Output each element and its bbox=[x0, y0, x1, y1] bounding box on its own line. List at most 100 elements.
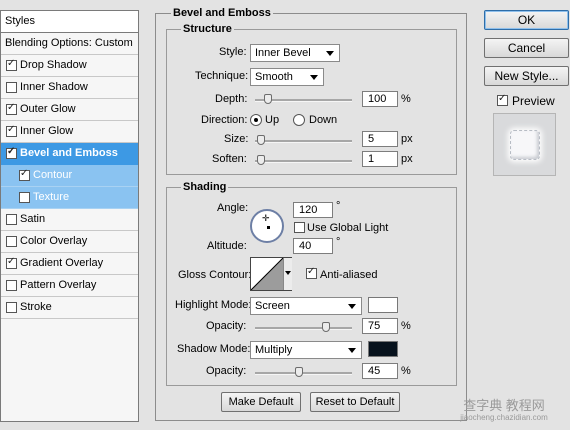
highlight-mode-dropdown[interactable]: Screen bbox=[250, 297, 362, 315]
style-item-checkbox[interactable]: ✓ bbox=[19, 168, 30, 181]
shadow-opacity-value: 45 bbox=[368, 365, 381, 377]
size-input[interactable]: 5 bbox=[362, 131, 398, 147]
altitude-input[interactable]: 40 bbox=[293, 238, 333, 254]
direction-up-radio[interactable] bbox=[250, 114, 262, 126]
watermark-line1: 查字典 教程网 bbox=[463, 398, 545, 413]
style-item[interactable]: Texture bbox=[1, 187, 138, 209]
style-item-label: Inner Shadow bbox=[20, 81, 88, 93]
preview-checkbox[interactable]: ✓ bbox=[497, 93, 508, 106]
style-item-checkbox[interactable] bbox=[6, 82, 17, 93]
style-item-checkbox[interactable]: ✓ bbox=[6, 58, 17, 71]
styles-header[interactable]: Styles bbox=[1, 11, 138, 33]
altitude-label: Altitude: bbox=[207, 240, 247, 252]
altitude-value: 40 bbox=[299, 240, 312, 252]
direction-up-label[interactable]: Up bbox=[265, 114, 279, 126]
style-item[interactable]: ✓ Outer Glow bbox=[1, 99, 138, 121]
chevron-down-icon bbox=[326, 51, 334, 56]
style-item[interactable]: ✓ Inner Glow bbox=[1, 121, 138, 143]
checkmark-icon: ✓ bbox=[498, 93, 507, 104]
style-item-label: Color Overlay bbox=[20, 235, 88, 247]
depth-slider-thumb[interactable] bbox=[264, 94, 272, 104]
light-source-dot bbox=[267, 226, 270, 229]
style-item-label: Blending Options: Custom bbox=[5, 37, 133, 49]
direction-label: Direction: bbox=[201, 114, 248, 126]
style-item-checkbox[interactable]: ✓ bbox=[6, 146, 17, 159]
direction-down-label[interactable]: Down bbox=[309, 114, 337, 126]
shadow-opacity-slider-track[interactable] bbox=[255, 367, 352, 377]
style-item[interactable]: Stroke bbox=[1, 297, 138, 319]
angle-label: Angle: bbox=[217, 202, 249, 214]
shadow-opacity-slider-thumb[interactable] bbox=[295, 367, 303, 377]
style-item-checkbox[interactable]: ✓ bbox=[6, 124, 17, 137]
highlight-mode-label: Highlight Mode: bbox=[175, 299, 252, 311]
style-item[interactable]: ✓ Drop Shadow bbox=[1, 55, 138, 77]
depth-input[interactable]: 100 bbox=[362, 91, 398, 107]
size-slider-track[interactable] bbox=[255, 135, 352, 145]
style-value: Inner Bevel bbox=[255, 47, 311, 59]
style-item-label: Outer Glow bbox=[20, 103, 76, 115]
shadow-mode-label: Shadow Mode: bbox=[177, 343, 251, 355]
style-item-checkbox[interactable] bbox=[6, 302, 17, 313]
style-item-checkbox[interactable] bbox=[6, 280, 17, 291]
ok-button[interactable]: OK bbox=[484, 10, 569, 30]
size-slider-thumb[interactable] bbox=[257, 135, 265, 145]
anti-aliased-checkbox[interactable]: ✓ bbox=[306, 266, 317, 279]
make-default-button[interactable]: Make Default bbox=[221, 392, 301, 412]
contour-dropdown-button[interactable] bbox=[283, 258, 292, 290]
highlight-opacity-slider-track[interactable] bbox=[255, 322, 352, 332]
checkmark-icon: ✓ bbox=[20, 168, 29, 179]
shading-title: Shading bbox=[181, 181, 229, 193]
highlight-opacity-value: 75 bbox=[368, 320, 381, 332]
style-item-checkbox[interactable]: ✓ bbox=[6, 256, 17, 269]
new-style-button[interactable]: New Style... bbox=[484, 66, 569, 86]
highlight-color-swatch[interactable] bbox=[368, 297, 398, 313]
checkmark-icon: ✓ bbox=[7, 102, 16, 113]
bevel-emboss-title: Bevel and Emboss bbox=[171, 7, 273, 19]
shadow-color-swatch[interactable] bbox=[368, 341, 398, 357]
depth-unit: % bbox=[401, 93, 411, 105]
size-value: 5 bbox=[368, 133, 375, 145]
technique-value: Smooth bbox=[255, 71, 293, 83]
style-item-checkbox[interactable] bbox=[6, 236, 17, 247]
highlight-opacity-label: Opacity: bbox=[206, 320, 247, 332]
shadow-opacity-input[interactable]: 45 bbox=[362, 363, 398, 379]
style-item[interactable]: ✓ Gradient Overlay bbox=[1, 253, 138, 275]
style-dropdown[interactable]: Inner Bevel bbox=[250, 44, 340, 62]
reset-default-button[interactable]: Reset to Default bbox=[310, 392, 400, 412]
soften-input[interactable]: 1 bbox=[362, 151, 398, 167]
structure-title: Structure bbox=[181, 23, 234, 35]
technique-label: Technique: bbox=[195, 70, 249, 82]
highlight-mode-value: Screen bbox=[255, 300, 290, 312]
depth-slider-track[interactable] bbox=[255, 94, 352, 104]
style-item-checkbox[interactable]: ✓ bbox=[6, 102, 17, 115]
angle-input[interactable]: 120 bbox=[293, 202, 333, 218]
style-item[interactable]: ✓ Bevel and Emboss bbox=[1, 143, 138, 165]
style-item[interactable]: Inner Shadow bbox=[1, 77, 138, 99]
style-item-checkbox[interactable] bbox=[19, 192, 30, 203]
style-item[interactable]: ✓ Contour bbox=[1, 165, 138, 187]
style-item-checkbox[interactable] bbox=[6, 214, 17, 225]
technique-dropdown[interactable]: Smooth bbox=[250, 68, 324, 86]
highlight-opacity-input[interactable]: 75 bbox=[362, 318, 398, 334]
styles-list: Styles Blending Options: Custom ✓ Drop Sha… bbox=[0, 10, 139, 422]
gloss-contour-picker[interactable] bbox=[250, 257, 292, 291]
style-item[interactable]: Pattern Overlay bbox=[1, 275, 138, 297]
global-light-checkbox[interactable] bbox=[294, 222, 305, 233]
style-item[interactable]: Color Overlay bbox=[1, 231, 138, 253]
style-label: Style: bbox=[219, 46, 247, 58]
anti-aliased-label[interactable]: Anti-aliased bbox=[320, 269, 377, 281]
soften-slider-thumb[interactable] bbox=[257, 155, 265, 165]
style-item-label: Bevel and Emboss bbox=[20, 147, 118, 159]
watermark-line2: jiaocheng.chazidian.com bbox=[460, 413, 548, 422]
angle-dial[interactable]: ✛ bbox=[250, 209, 284, 243]
shadow-mode-dropdown[interactable]: Multiply bbox=[250, 341, 362, 359]
soften-slider-track[interactable] bbox=[255, 155, 352, 165]
preview-label[interactable]: Preview bbox=[512, 94, 555, 108]
style-item[interactable]: Blending Options: Custom bbox=[1, 33, 138, 55]
direction-down-radio[interactable] bbox=[293, 114, 305, 126]
global-light-label[interactable]: Use Global Light bbox=[307, 222, 388, 234]
highlight-opacity-slider-thumb[interactable] bbox=[322, 322, 330, 332]
style-item[interactable]: Satin bbox=[1, 209, 138, 231]
preview-thumbnail bbox=[493, 113, 556, 176]
cancel-button[interactable]: Cancel bbox=[484, 38, 569, 58]
